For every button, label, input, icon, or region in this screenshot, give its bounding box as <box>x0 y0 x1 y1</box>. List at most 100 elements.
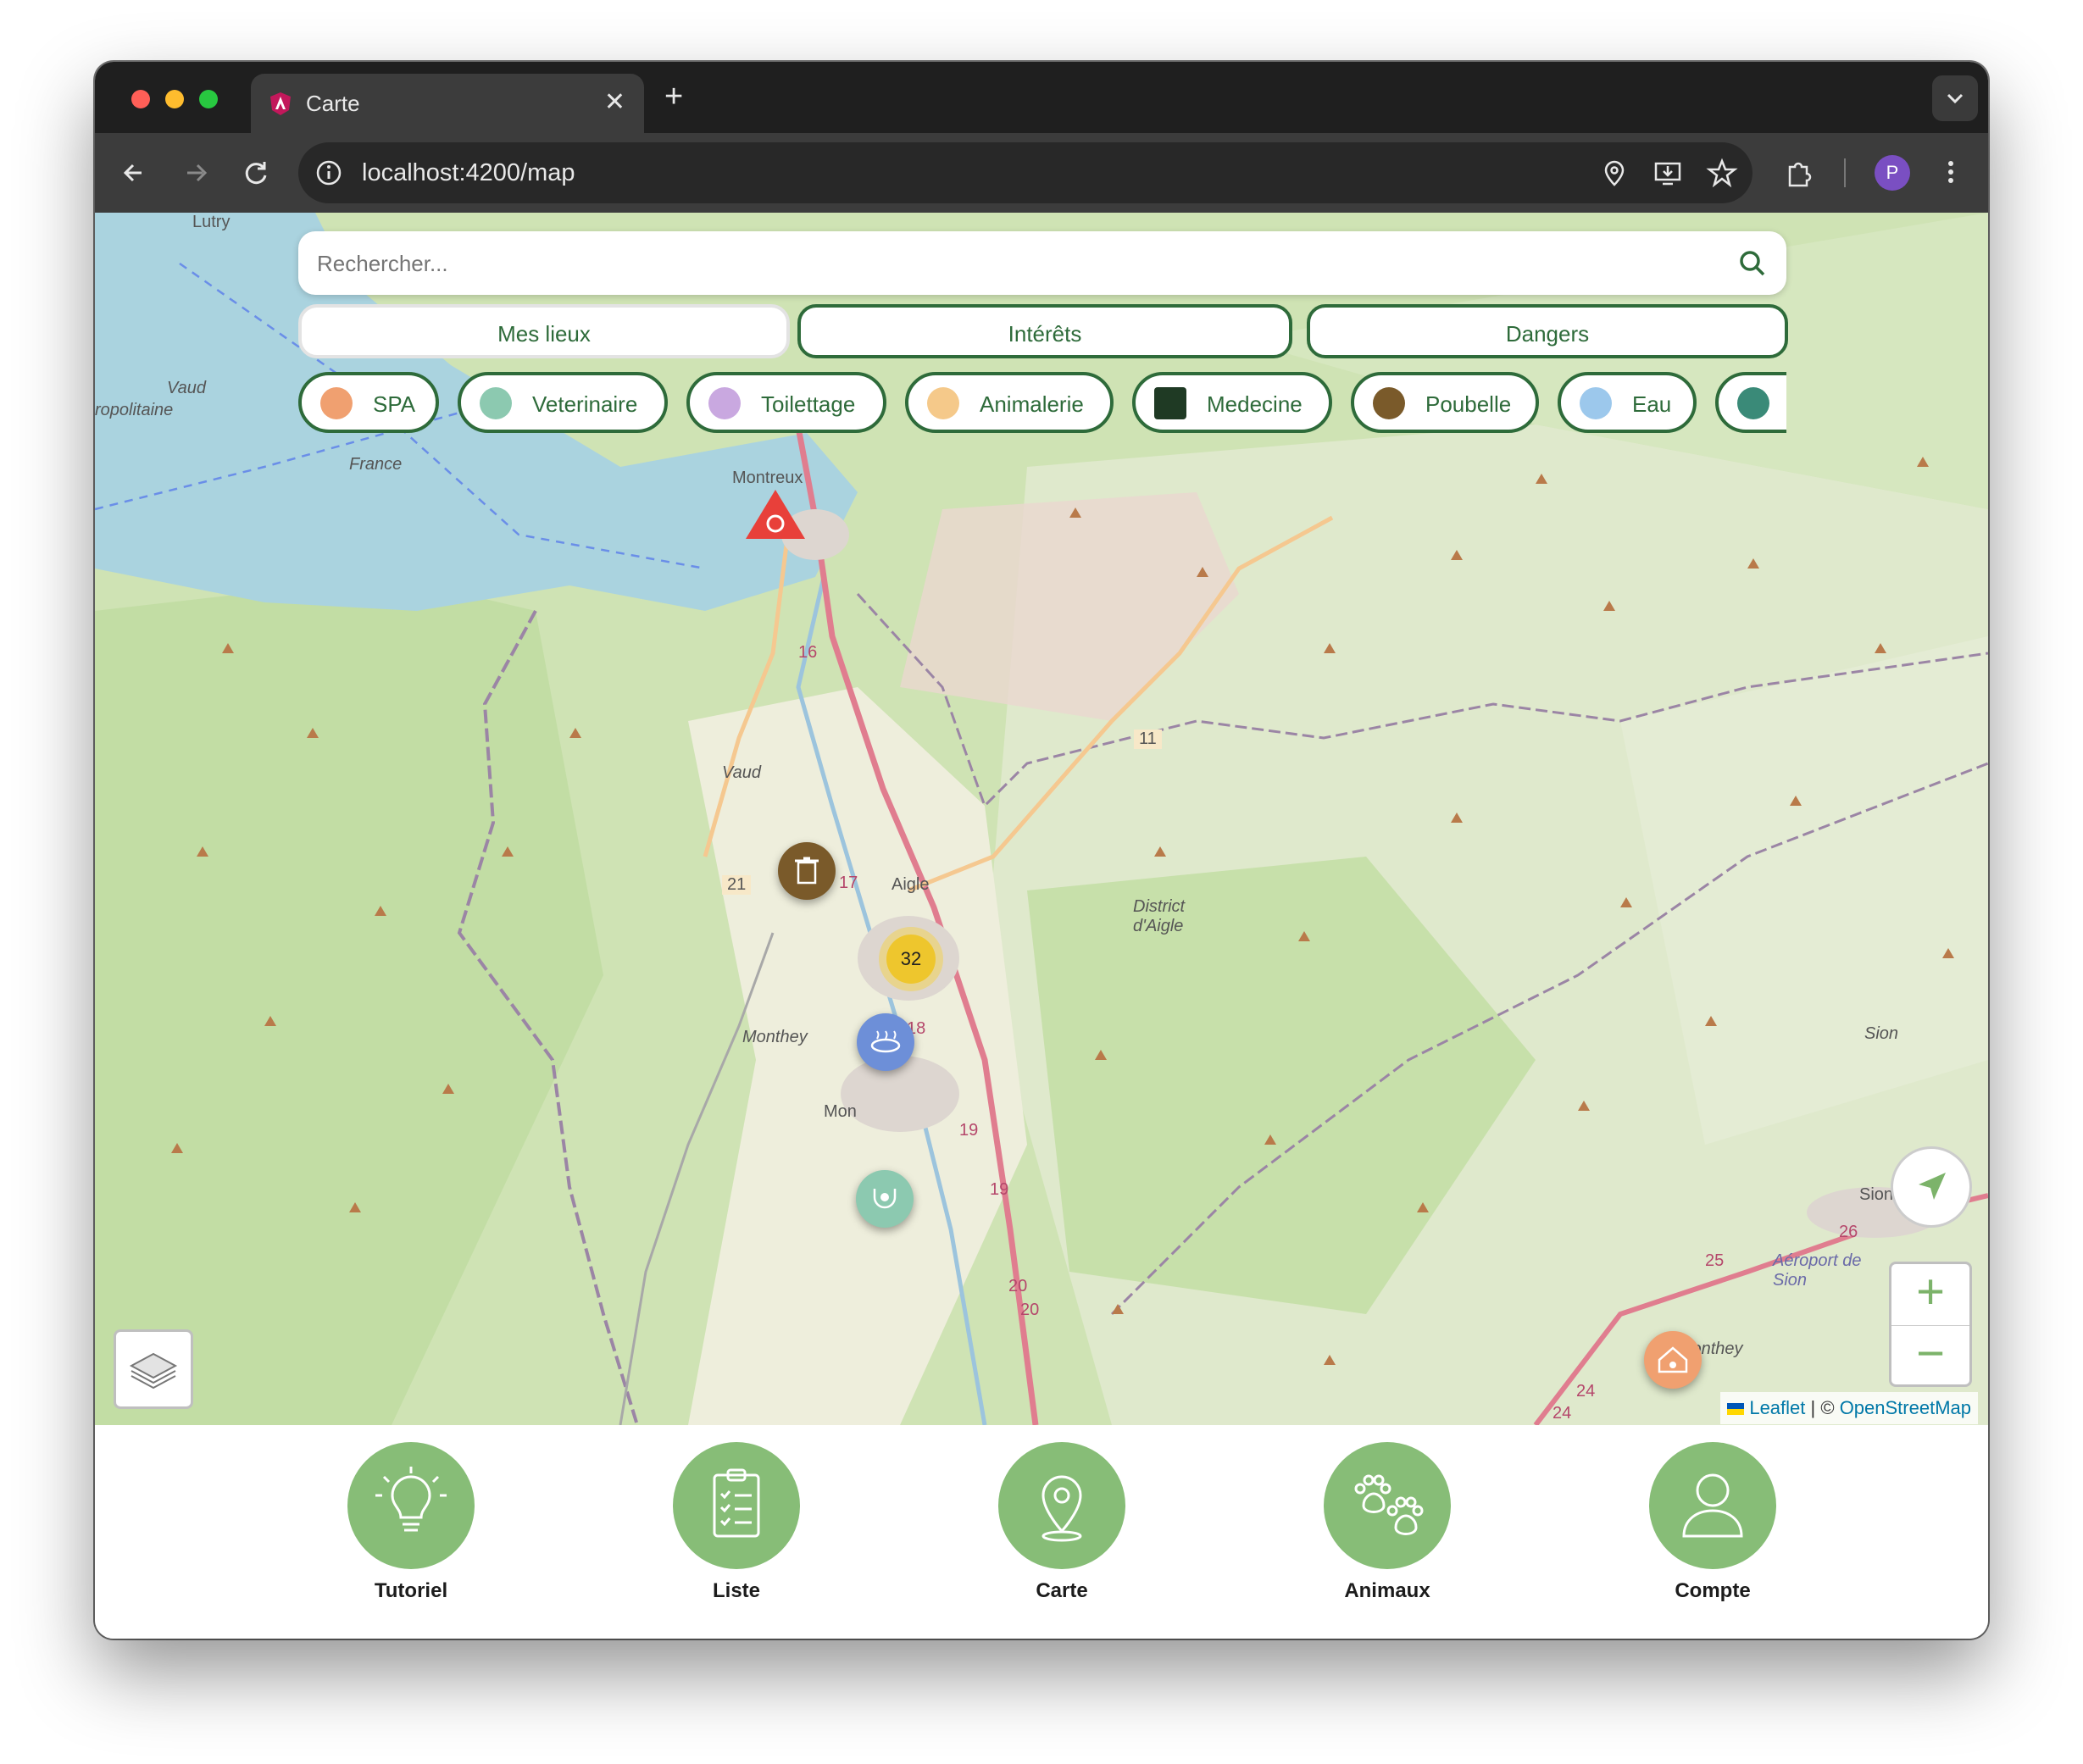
road-number: 24 <box>1553 1404 1572 1423</box>
openstreetmap-link[interactable]: OpenStreetMap <box>1840 1397 1971 1418</box>
trash-icon <box>1373 387 1405 419</box>
lightbulb-icon <box>375 1467 447 1532</box>
place-label: Aéroport de Sion <box>1773 1251 1862 1290</box>
tab-dangers[interactable]: Dangers <box>1307 304 1788 358</box>
more-menu-icon[interactable] <box>1934 155 1968 189</box>
location-icon[interactable] <box>1597 156 1631 190</box>
chip-label: Eau <box>1632 391 1672 417</box>
road-number: 20 <box>1020 1301 1040 1319</box>
place-label: France <box>349 455 403 474</box>
paws-icon <box>1354 1474 1424 1535</box>
browser-tab[interactable]: Carte ✕ <box>251 74 644 133</box>
close-window-button[interactable] <box>131 90 150 108</box>
chip-veterinaire[interactable]: Veterinaire <box>458 372 668 433</box>
chevron-down-icon <box>1947 93 1964 104</box>
map-pin-icon <box>1042 1475 1082 1542</box>
tab-bar: Carte ✕ + <box>95 62 1988 133</box>
nav-animaux[interactable]: Animaux <box>1303 1442 1472 1620</box>
attribution-separator: | © <box>1810 1397 1835 1418</box>
hospital-icon <box>1154 387 1186 419</box>
back-icon[interactable] <box>116 154 153 191</box>
minimize-window-button[interactable] <box>165 90 184 108</box>
layers-icon <box>129 1352 178 1390</box>
search-bar <box>298 231 1786 297</box>
nav-tutoriel[interactable]: Tutoriel <box>326 1442 496 1620</box>
water-drop-icon <box>1580 387 1612 419</box>
chip-medecine[interactable]: Medecine <box>1132 372 1332 433</box>
chip-toilettage[interactable]: Toilettage <box>686 372 886 433</box>
nav-compte[interactable]: Compte <box>1628 1442 1797 1620</box>
road-number: 11 <box>1134 729 1162 749</box>
chip-eau[interactable]: Eau <box>1558 372 1697 433</box>
road-number: 25 <box>1705 1251 1725 1270</box>
chip-label: SPA <box>373 391 416 417</box>
map-attribution: Leaflet | © OpenStreetMap <box>1720 1392 1978 1424</box>
install-app-icon[interactable] <box>1651 156 1685 190</box>
water-bowl-icon <box>870 1030 901 1053</box>
bookmark-star-icon[interactable] <box>1705 156 1739 190</box>
marker-cluster[interactable]: 32 <box>879 927 943 991</box>
leaflet-link[interactable]: Leaflet <box>1749 1397 1805 1418</box>
trash-icon <box>795 857 819 885</box>
layers-button[interactable] <box>114 1329 193 1409</box>
angular-favicon-icon <box>270 92 291 115</box>
browser-toolbar: localhost:4200/map P <box>95 133 1988 213</box>
stethoscope-paw-icon <box>873 1189 897 1209</box>
forward-icon[interactable] <box>177 154 214 191</box>
nav-label: Liste <box>712 1579 760 1602</box>
nav-label: Compte <box>1675 1579 1751 1602</box>
nav-label: Carte <box>1036 1579 1088 1602</box>
locate-button[interactable] <box>1891 1146 1972 1228</box>
chip-chien[interactable] <box>1715 372 1786 433</box>
chip-label: Veterinaire <box>532 391 638 417</box>
zoom-out-button[interactable]: − <box>1891 1326 1969 1386</box>
place-label: ropolitaine <box>95 401 174 419</box>
road-number: 26 <box>1839 1223 1858 1241</box>
house-paw-icon <box>320 387 353 419</box>
chip-spa[interactable]: SPA <box>298 372 439 433</box>
browser-window: Carte ✕ + localhost:4200/map P Lutry Vau… <box>95 62 1988 1639</box>
url-text: localhost:4200/map <box>362 159 575 186</box>
nav-liste[interactable]: Liste <box>652 1442 821 1620</box>
road-number: 20 <box>1008 1277 1028 1295</box>
veterinaire-marker[interactable] <box>856 1170 914 1228</box>
chip-label: Toilettage <box>761 391 856 417</box>
tab-close-icon[interactable]: ✕ <box>604 87 625 117</box>
tab-search-button[interactable] <box>1932 75 1978 121</box>
zoom-control: + − <box>1889 1262 1972 1387</box>
place-label: District d'Aigle <box>1133 897 1186 935</box>
place-label: Sion <box>1864 1024 1899 1043</box>
search-icon[interactable] <box>1736 247 1769 280</box>
chip-poubelle[interactable]: Poubelle <box>1351 372 1539 433</box>
spa-marker[interactable] <box>1644 1331 1702 1389</box>
nav-carte[interactable]: Carte <box>977 1442 1147 1620</box>
bottom-navigation: Tutoriel Liste Carte Animaux Compte <box>95 1425 1988 1639</box>
grooming-icon <box>708 387 741 419</box>
reload-icon[interactable] <box>237 154 275 191</box>
danger-marker[interactable] <box>744 488 807 541</box>
place-label: Aigle <box>892 875 930 894</box>
place-label: Lutry <box>192 213 231 231</box>
extensions-icon[interactable] <box>1783 155 1817 189</box>
road-number: 19 <box>990 1180 1009 1199</box>
road-number: 16 <box>798 643 818 662</box>
house-paw-icon <box>1658 1346 1688 1373</box>
tab-interets[interactable]: Intérêts <box>797 304 1292 358</box>
address-bar[interactable]: localhost:4200/map <box>298 142 1752 203</box>
zoom-in-button[interactable]: + <box>1891 1264 1969 1324</box>
road-number: 19 <box>959 1121 979 1140</box>
navigation-arrow-icon <box>1919 1173 1946 1200</box>
water-marker[interactable] <box>857 1013 914 1071</box>
trash-marker[interactable] <box>778 842 836 900</box>
map-view[interactable]: Lutry Vaud ropolitaine France Montreux V… <box>95 213 1988 1425</box>
place-label: Sion <box>1859 1185 1894 1204</box>
new-tab-icon[interactable]: + <box>664 79 683 115</box>
site-info-icon[interactable] <box>314 158 344 188</box>
nav-icon-circle <box>1649 1442 1776 1569</box>
tab-mes-lieux[interactable]: Mes lieux <box>298 304 790 358</box>
nav-icon-circle <box>998 1442 1125 1569</box>
search-input[interactable] <box>315 231 1708 297</box>
chip-animalerie[interactable]: Animalerie <box>905 372 1114 433</box>
maximize-window-button[interactable] <box>199 90 218 108</box>
profile-avatar[interactable]: P <box>1875 155 1910 191</box>
